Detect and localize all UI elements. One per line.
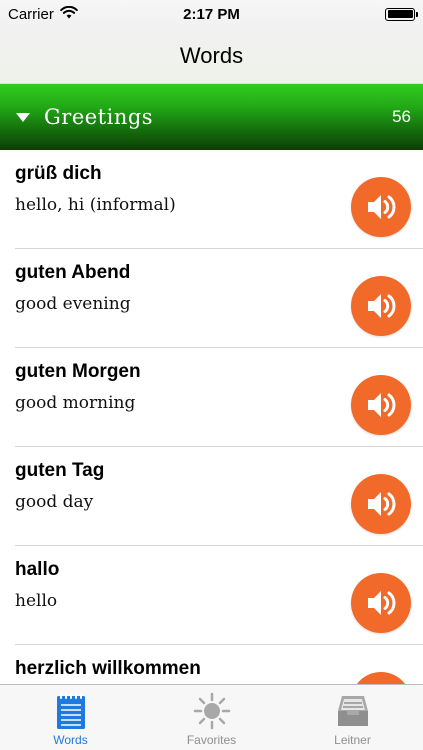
tab-leitner[interactable]: Leitner: [282, 685, 423, 750]
list-item[interactable]: herzlich willkommen welcome: [0, 645, 423, 684]
section-title: Greetings: [44, 105, 154, 129]
section-header-greetings[interactable]: Greetings 56: [0, 84, 423, 150]
word-text: hallo: [15, 559, 60, 580]
meaning-text: hello, hi (informal): [15, 195, 176, 215]
section-header-left: Greetings: [16, 105, 153, 129]
status-bar: Carrier 2:17 PM: [0, 0, 423, 28]
play-audio-button[interactable]: [351, 177, 411, 237]
speaker-icon: [368, 492, 396, 516]
speaker-icon: [368, 195, 396, 219]
list-item[interactable]: grüß dich hello, hi (informal): [0, 150, 423, 249]
word-list[interactable]: grüß dich hello, hi (informal) guten Abe…: [0, 150, 423, 684]
play-audio-button[interactable]: [351, 573, 411, 633]
tab-label: Words: [53, 733, 88, 747]
section-count: 56: [392, 107, 411, 126]
tab-words[interactable]: Words: [0, 685, 141, 750]
speaker-icon: [368, 294, 396, 318]
inbox-tray-icon: [334, 692, 372, 730]
list-item[interactable]: guten Abend good evening: [0, 249, 423, 348]
wifi-icon: [60, 5, 78, 23]
disclosure-triangle-icon: [16, 112, 30, 122]
tab-label: Favorites: [186, 733, 237, 747]
meaning-text: good morning: [15, 393, 136, 413]
play-audio-button[interactable]: [351, 672, 411, 684]
meaning-text: good evening: [15, 294, 131, 314]
sun-icon: [193, 692, 231, 730]
list-item[interactable]: guten Morgen good morning: [0, 348, 423, 447]
play-audio-button[interactable]: [351, 375, 411, 435]
word-text: guten Morgen: [15, 361, 141, 382]
play-audio-button[interactable]: [351, 276, 411, 336]
tab-label: Leitner: [334, 733, 371, 747]
list-item[interactable]: hallo hello: [0, 546, 423, 645]
notepad-icon: [52, 692, 90, 730]
list-item[interactable]: guten Tag good day: [0, 447, 423, 546]
speaker-icon: [368, 393, 396, 417]
page-title: Words: [179, 42, 244, 68]
speaker-icon: [368, 591, 396, 615]
tab-bar: Words Favorites Leitner: [0, 684, 423, 750]
status-left: Carrier: [8, 5, 78, 23]
battery-icon: [385, 7, 418, 21]
word-text: grüß dich: [15, 163, 102, 184]
word-text: guten Abend: [15, 262, 131, 283]
word-text: herzlich willkommen: [15, 658, 201, 679]
meaning-text: hello: [15, 591, 58, 611]
carrier-label: Carrier: [8, 5, 54, 23]
meaning-text: good day: [15, 492, 94, 512]
navigation-bar: Words: [0, 28, 423, 84]
word-text: guten Tag: [15, 460, 105, 481]
play-audio-button[interactable]: [351, 474, 411, 534]
tab-favorites[interactable]: Favorites: [141, 685, 282, 750]
